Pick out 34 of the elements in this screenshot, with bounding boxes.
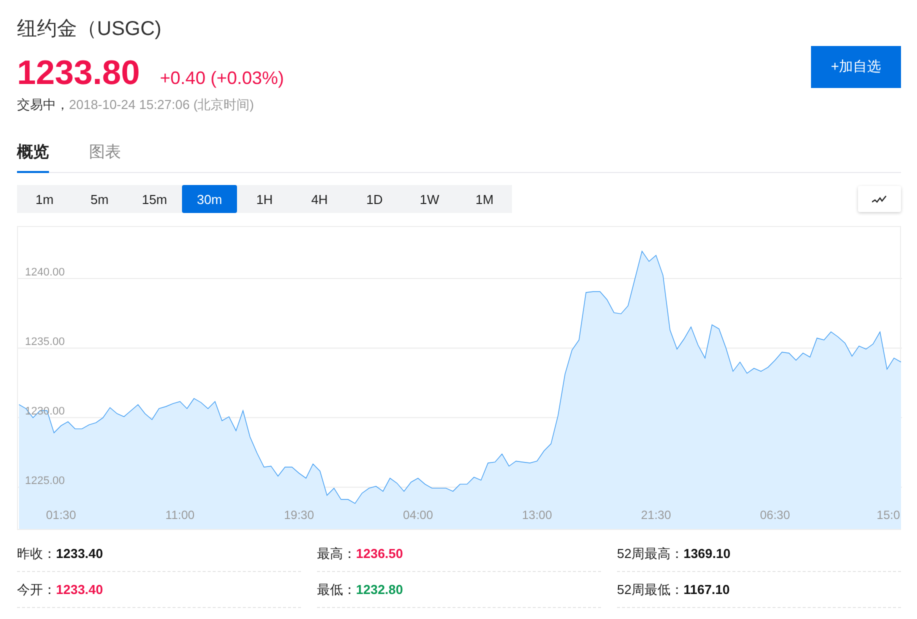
stat-label: 最低： (317, 580, 356, 598)
tab[interactable]: 图表 (89, 134, 121, 173)
y-axis-label: 1225.00 (25, 475, 65, 488)
stat-label: 最高： (317, 544, 356, 562)
stat-label: 52周最低： (617, 580, 684, 598)
stat-value: 1233.40 (56, 546, 103, 561)
last-price: 1233.80 (17, 54, 140, 92)
x-axis-label: 13:00 (522, 508, 552, 522)
x-axis-label: 15:0 (876, 508, 900, 522)
instrument-title: 纽约金（USGC) (17, 17, 162, 42)
add-watchlist-button[interactable]: +加自选 (811, 46, 901, 88)
x-axis-label: 06:30 (760, 508, 790, 522)
stat-label: 昨收： (17, 544, 56, 562)
y-axis-label: 1240.00 (25, 266, 65, 278)
stat-label: 今开： (17, 580, 56, 598)
stat-label: 52周最高： (617, 544, 684, 562)
stat-value: 1236.50 (356, 546, 403, 561)
stat-value: 1167.10 (683, 582, 730, 597)
x-axis-label: 01:30 (46, 508, 76, 522)
x-axis-label: 21:30 (640, 508, 672, 522)
stat-value: 1369.10 (683, 546, 730, 561)
tab[interactable]: 概览 (17, 134, 49, 173)
x-axis-label: 11:00 (165, 508, 195, 522)
x-axis-label: 04:00 (402, 508, 434, 522)
price-change: +0.40 (+0.03%) (160, 68, 284, 89)
stat-value: 1233.40 (56, 582, 103, 597)
interval-button[interactable]: 30m (182, 185, 237, 213)
chart-type-button[interactable] (858, 186, 901, 212)
stat-value: 1232.80 (356, 582, 403, 597)
y-axis-label: 1235.00 (25, 336, 65, 348)
x-axis-label: 19:30 (284, 508, 314, 522)
trading-status: 交易中， (17, 96, 69, 114)
line-chart-icon (872, 194, 887, 204)
timestamp: 2018-10-24 15:27:06 (北京时间) (69, 96, 254, 114)
